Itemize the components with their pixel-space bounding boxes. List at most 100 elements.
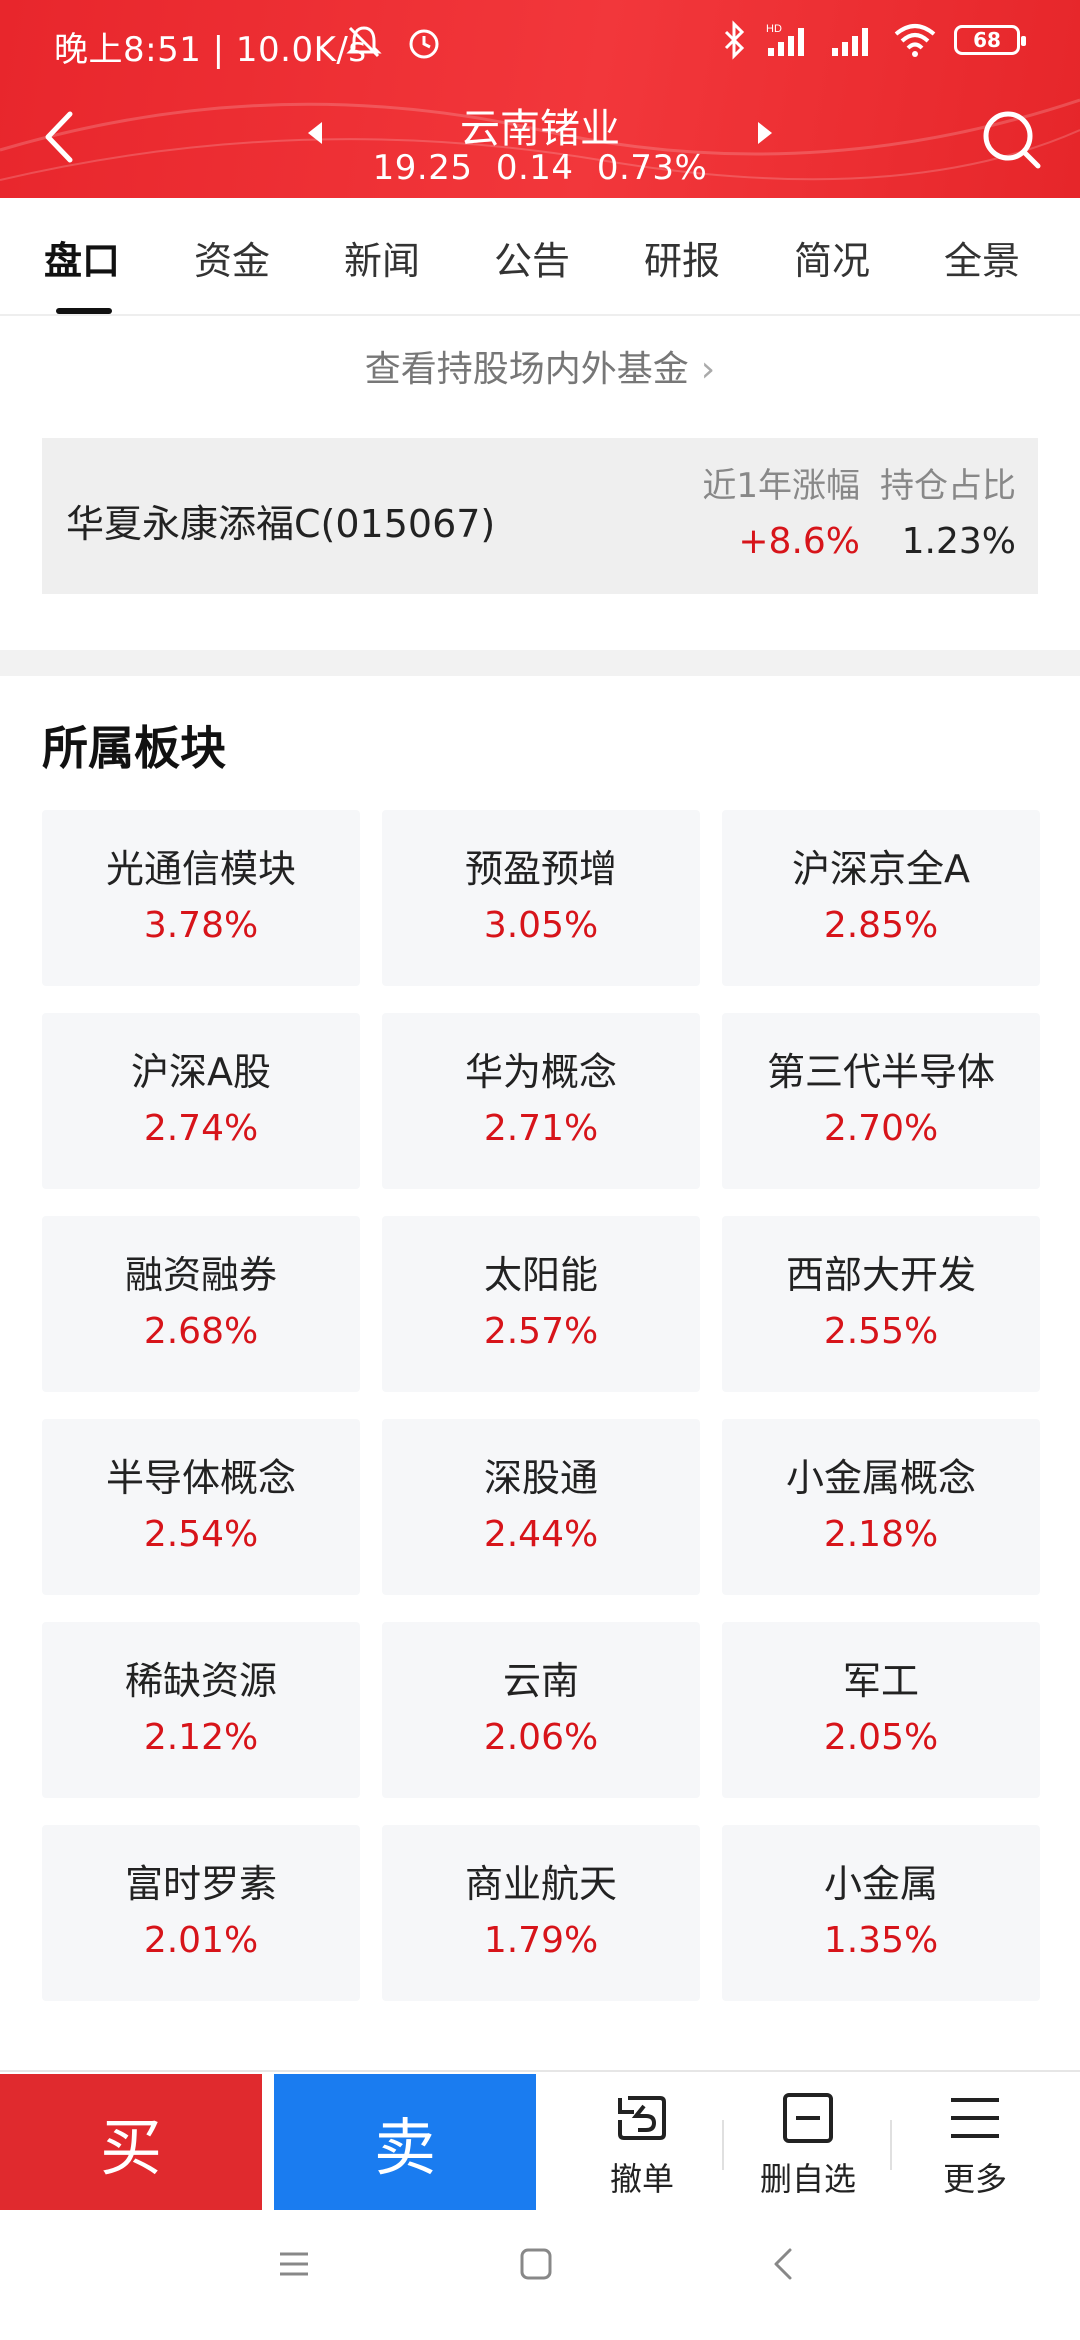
stock-change-pct: 0.73%	[596, 148, 708, 188]
sector-change-pct: 3.05%	[483, 905, 599, 946]
sector-name: 华为概念	[464, 1050, 617, 1094]
sector-card[interactable]: 华为概念 2.71%	[382, 1013, 700, 1189]
sector-name: 预盈预增	[464, 847, 617, 891]
fund-return-value: +8.6%	[738, 521, 860, 562]
more-label: 更多	[942, 2160, 1007, 2198]
status-bar: 晚上8:51 | 10.0K/s HD 68	[0, 0, 1080, 80]
sector-name: 小金属	[823, 1862, 938, 1906]
tab-profile[interactable]: 简况	[794, 230, 870, 285]
cancel-order-button[interactable]: 撤单	[572, 2090, 712, 2200]
tab-research[interactable]: 研报	[644, 230, 720, 285]
sector-name: 商业航天	[464, 1862, 617, 1906]
next-arrow-icon[interactable]	[750, 118, 780, 148]
sector-card[interactable]: 光通信模块 3.78%	[42, 810, 360, 986]
stock-name: 云南锗业	[460, 106, 620, 152]
sector-change-pct: 2.12%	[143, 1717, 259, 1758]
sector-name: 半导体概念	[105, 1456, 296, 1500]
sector-change-pct: 2.71%	[483, 1108, 599, 1149]
sector-card[interactable]: 沪深A股 2.74%	[42, 1013, 360, 1189]
battery-indicator: 68	[954, 25, 1026, 55]
sector-card[interactable]: 西部大开发 2.55%	[722, 1216, 1040, 1392]
trade-action-bar: 买 卖 撤单 删自选 更多	[0, 2070, 1080, 2210]
search-icon[interactable]	[976, 104, 1046, 174]
signal-icon	[830, 18, 876, 62]
tab-order-book[interactable]: 盘口	[44, 230, 120, 285]
sell-button[interactable]: 卖	[274, 2074, 536, 2210]
sector-card[interactable]: 沪深京全A 2.85%	[722, 810, 1040, 986]
stock-price: 19.25	[372, 148, 473, 188]
fund-name: 华夏永康添福C(015067)	[66, 502, 496, 546]
sector-change-pct: 2.70%	[823, 1108, 939, 1149]
undo-icon	[618, 2096, 666, 2140]
sector-name: 太阳能	[483, 1253, 598, 1297]
prev-arrow-icon[interactable]	[300, 118, 330, 148]
stock-change: 0.14	[495, 148, 574, 188]
cancel-order-label: 撤单	[609, 2160, 674, 2198]
sector-name: 光通信模块	[105, 847, 296, 891]
sector-card[interactable]: 小金属概念 2.18%	[722, 1419, 1040, 1595]
sector-card[interactable]: 富时罗素 2.01%	[42, 1825, 360, 2001]
sector-card[interactable]: 稀缺资源 2.12%	[42, 1622, 360, 1798]
fund-card[interactable]: 华夏永康添福C(015067) 近1年涨幅 +8.6% 持仓占比 1.23%	[42, 438, 1038, 594]
remove-watchlist-button[interactable]: 删自选	[738, 2090, 878, 2200]
buy-button[interactable]: 买	[0, 2074, 262, 2210]
sector-card[interactable]: 军工 2.05%	[722, 1622, 1040, 1798]
sector-name: 富时罗素	[124, 1862, 277, 1906]
system-back-icon[interactable]	[766, 2246, 802, 2282]
sector-grid: 光通信模块 3.78% 预盈预增 3.05% 沪深京全A 2.85% 沪深A股 2.74% 华为…	[42, 810, 1040, 2001]
mute-bell-icon	[346, 26, 382, 58]
tab-announcements[interactable]: 公告	[494, 230, 570, 285]
sector-card[interactable]: 预盈预增 3.05%	[382, 810, 700, 986]
alarm-icon	[409, 29, 439, 59]
fund-ratio-value: 1.23%	[901, 521, 1016, 562]
sector-change-pct: 1.35%	[823, 1920, 939, 1961]
sectors-title: 所属板块	[42, 721, 226, 775]
sector-card[interactable]: 太阳能 2.57%	[382, 1216, 700, 1392]
sector-change-pct: 2.05%	[823, 1717, 939, 1758]
sector-card[interactable]: 融资融券 2.68%	[42, 1216, 360, 1392]
view-holding-funds-link[interactable]: 查看持股场内外基金 ›	[0, 340, 1080, 392]
sector-change-pct: 2.85%	[823, 905, 939, 946]
section-divider	[0, 650, 1080, 676]
sector-change-pct: 1.79%	[483, 1920, 599, 1961]
stock-nav-bar: 云南锗业 19.25 0.14 0.73%	[0, 92, 1080, 198]
sector-change-pct: 2.55%	[823, 1311, 939, 1352]
sector-name: 云南	[502, 1659, 579, 1703]
app-header: 晚上8:51 | 10.0K/s HD 68 云南锗业 19.25 0.14 0…	[0, 0, 1080, 198]
sector-name: 融资融券	[124, 1253, 277, 1297]
back-icon[interactable]	[34, 104, 84, 170]
tab-bar: 盘口 资金 新闻 公告 研报 简况 全景	[0, 198, 1080, 316]
wifi-icon	[892, 18, 938, 62]
sector-name: 稀缺资源	[124, 1659, 277, 1703]
sector-card[interactable]: 半导体概念 2.54%	[42, 1419, 360, 1595]
status-icons: HD 68	[722, 18, 1026, 62]
more-button[interactable]: 更多	[905, 2090, 1045, 2200]
svg-text:HD: HD	[766, 23, 782, 35]
sector-card[interactable]: 深股通 2.44%	[382, 1419, 700, 1595]
system-nav-bar	[0, 2210, 1080, 2340]
sector-card[interactable]: 商业航天 1.79%	[382, 1825, 700, 2001]
tab-overview[interactable]: 全景	[944, 230, 1020, 285]
bluetooth-icon	[722, 18, 748, 62]
sector-change-pct: 2.57%	[483, 1311, 599, 1352]
fund-return-label: 近1年涨幅	[702, 466, 860, 506]
recent-apps-icon[interactable]	[276, 2246, 312, 2282]
fund-ratio-col: 持仓占比 1.23%	[880, 458, 1016, 562]
sector-name: 西部大开发	[785, 1253, 976, 1297]
sector-name: 沪深A股	[131, 1050, 271, 1094]
sector-change-pct: 2.68%	[143, 1311, 259, 1352]
signal-hd-icon: HD	[764, 18, 814, 62]
sector-card[interactable]: 云南 2.06%	[382, 1622, 700, 1798]
sector-card[interactable]: 第三代半导体 2.70%	[722, 1013, 1040, 1189]
tab-news[interactable]: 新闻	[344, 230, 420, 285]
tab-funds[interactable]: 资金	[194, 230, 270, 285]
sector-change-pct: 3.78%	[143, 905, 259, 946]
minus-square-icon	[783, 2093, 833, 2143]
sector-change-pct: 2.54%	[143, 1514, 259, 1555]
fund-ratio-label: 持仓占比	[880, 466, 1016, 506]
sector-name: 小金属概念	[785, 1456, 976, 1500]
sector-change-pct: 2.01%	[143, 1920, 259, 1961]
sector-card[interactable]: 小金属 1.35%	[722, 1825, 1040, 2001]
home-icon[interactable]	[518, 2246, 554, 2282]
action-divider	[722, 2120, 724, 2170]
